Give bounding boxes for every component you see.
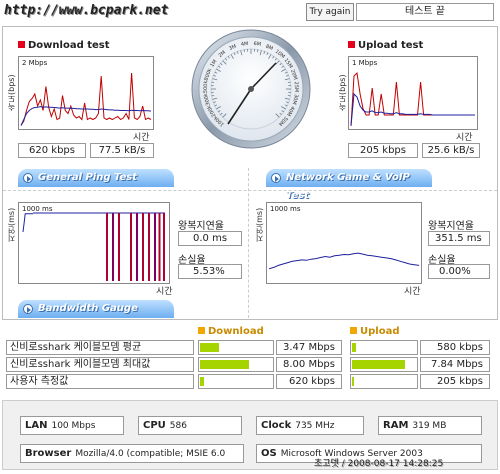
- clock-info: Clock 735 MHz: [256, 416, 364, 435]
- tab-network-game-voip-test[interactable]: Network Game & VoIP Test: [266, 169, 432, 201]
- download-kbps-value: 620 kbps: [18, 143, 86, 158]
- upload-bar: [350, 340, 418, 355]
- upload-bar-fill: [352, 360, 405, 369]
- voip-x-axis-label: 시간: [404, 287, 421, 297]
- download-bar: [198, 340, 274, 355]
- ping-rtt-value: 0.0 ms: [178, 231, 242, 246]
- play-arrow-icon: [271, 173, 281, 183]
- red-square-icon: [18, 41, 25, 48]
- upload-series-line-0: [350, 71, 475, 126]
- bandwidth-upload-header: Upload: [350, 326, 399, 337]
- gauge-tick-label: 4M: [241, 41, 249, 48]
- upload-test-title: Upload test: [348, 40, 423, 51]
- orange-square-icon: [198, 327, 205, 334]
- play-arrow-icon: [23, 304, 33, 314]
- upload-chart: 1 Mbps: [348, 56, 478, 130]
- table-row-label: 신비로sshark 케이블모뎀 평균: [6, 340, 194, 355]
- red-square-icon: [348, 41, 355, 48]
- download-series-line-0: [20, 72, 152, 126]
- download-bar-fill: [200, 377, 204, 386]
- gauge-tick-label: 25M: [293, 81, 299, 92]
- download-kBps-value: 77.5 kB/s: [90, 143, 154, 158]
- ping-lost-packet-bar: [154, 213, 156, 281]
- ping-y-axis-label: 지연(ms): [7, 207, 16, 242]
- upload-bar-fill: [352, 343, 356, 352]
- upload-bar-fill: [352, 377, 354, 386]
- upload-chart-svg: [350, 71, 475, 126]
- voip-chart-scale-label: 1000 ms: [270, 205, 301, 213]
- table-row-label: 신비로sshark 케이블모뎀 최대값: [6, 357, 194, 372]
- ping-loss-value: 5.53%: [178, 264, 242, 279]
- ping-lost-packet-bar: [158, 213, 161, 281]
- upload-value: 580 kbps: [420, 340, 490, 355]
- ping-x-axis-label: 시간: [156, 287, 173, 297]
- ping-chart-svg: [22, 212, 165, 281]
- tab-bandwidth-gauge[interactable]: Bandwidth Gauge: [18, 300, 174, 318]
- download-test-title: Download test: [18, 40, 110, 51]
- browser-info: Browser Mozilla/4.0 (compatible; MSIE 6.0: [20, 444, 244, 463]
- gauge-tick-label: 500k: [203, 80, 210, 93]
- orange-square-icon: [350, 327, 357, 334]
- upload-x-axis-label: 시간: [456, 133, 473, 143]
- download-chart: 2 Mbps: [18, 56, 154, 130]
- ping-lost-packet-bar: [163, 213, 165, 281]
- upload-bar: [350, 374, 418, 389]
- upload-value: 7.84 Mbps: [420, 357, 490, 372]
- voip-loss-value: 0.00%: [428, 264, 490, 279]
- ping-latency-line: [22, 213, 33, 233]
- gauge-dial: 100k200k300k500k800k1M2M3M 4M 6M 8M10M15M20…: [191, 29, 311, 149]
- ping-rtt-label: 왕복지연율: [178, 221, 224, 232]
- tab-general-ping-test[interactable]: General Ping Test: [18, 169, 174, 187]
- ping-lost-packet-bar: [118, 213, 120, 281]
- divider-horizontal: [3, 190, 497, 191]
- download-series-line-1: [20, 106, 152, 126]
- test-end-status: 테스트 끝: [356, 3, 494, 21]
- lan-info: LAN 100 Mbps: [20, 416, 124, 435]
- upload-kbps-value: 205 kbps: [348, 143, 418, 158]
- ram-info: RAM 319 MB: [378, 416, 482, 435]
- upload-value: 205 kbps: [420, 374, 490, 389]
- footer-timestamp: 초고뎃 / 2008-08-17 14:28:25: [314, 459, 444, 469]
- download-chart-svg: [20, 72, 152, 126]
- gauge-pivot: [248, 86, 254, 92]
- voip-rtt-value: 351.5 ms: [428, 231, 490, 246]
- download-bar-fill: [200, 343, 219, 352]
- cpu-info: CPU 586: [138, 416, 242, 435]
- ping-lost-packet-bar: [106, 213, 108, 281]
- gauge-tick-label: 6M: [253, 41, 261, 48]
- bandwidth-download-header: Download: [198, 326, 264, 337]
- download-value: 8.00 Mbps: [276, 357, 342, 372]
- voip-chart-svg: [268, 252, 420, 270]
- ping-lost-packet-bar: [112, 213, 114, 281]
- download-value: 3.47 Mbps: [276, 340, 342, 355]
- general-ping-chart: 1000 ms: [18, 202, 170, 284]
- ping-chart-scale-label: 1000 ms: [22, 205, 53, 213]
- voip-rtt-label: 왕복지연율: [428, 221, 474, 232]
- download-bar-fill: [200, 360, 249, 369]
- try-again-button[interactable]: Try again: [306, 3, 354, 21]
- voip-series-line-0: [268, 252, 420, 270]
- ping-lost-packet-bar: [130, 213, 132, 281]
- network-game-voip-chart: 1000 ms: [266, 202, 422, 284]
- upload-bar: [350, 357, 418, 372]
- upload-kBps-value: 25.6 kB/s: [422, 143, 480, 158]
- speed-gauge: 100k 200k 300k 500k 800k 1M 2M 3M 4M 6M 8M 10M 15M 20…: [190, 28, 312, 150]
- download-x-axis-label: 시간: [133, 133, 150, 143]
- download-bar: [198, 357, 274, 372]
- download-y-axis-label: 속도(bps): [7, 74, 16, 111]
- download-value: 620 kbps: [276, 374, 342, 389]
- table-row-label: 사용자 측정값: [6, 374, 194, 389]
- play-arrow-icon: [23, 173, 33, 183]
- site-url[interactable]: http://www.bcpark.net: [4, 3, 168, 18]
- ping-lost-packet-bar: [136, 213, 138, 281]
- header-bar: http://www.bcpark.net Try again 테스트 끝: [0, 0, 500, 24]
- ping-lost-packet-bar: [148, 213, 150, 281]
- ping-lost-packet-bar: [142, 213, 144, 281]
- download-bar: [198, 374, 274, 389]
- upload-y-axis-label: 속도(bps): [338, 74, 347, 111]
- upload-chart-scale-label: 1 Mbps: [352, 59, 378, 67]
- download-chart-scale-label: 2 Mbps: [22, 59, 48, 67]
- voip-y-axis-label: 지연(ms): [255, 207, 264, 242]
